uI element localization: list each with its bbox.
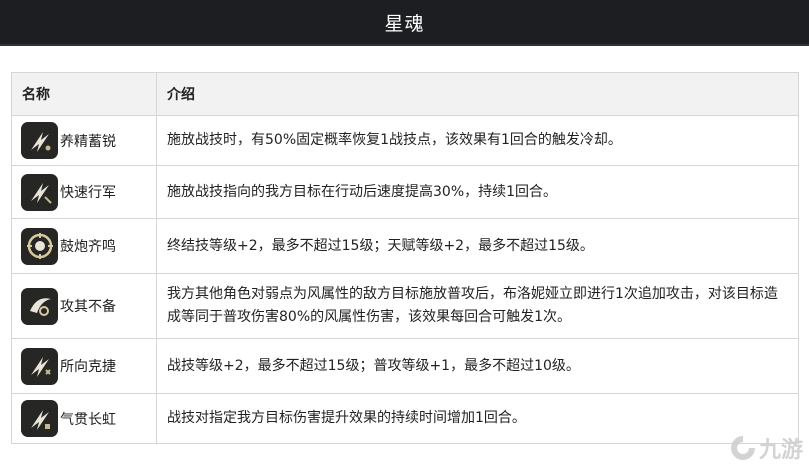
eidolon-name: 气贯长虹: [60, 411, 116, 428]
table-row: 攻其不备 我方其他角色对弱点为风属性的敌方目标施放普攻后，布洛妮娅立即进行1次追…: [11, 273, 799, 339]
page-title: 星魂: [384, 12, 425, 35]
eidolon-name: 鼓炮齐鸣: [60, 239, 116, 255]
name-cell: 气贯长虹: [11, 393, 157, 444]
table-header-row: 名称 介绍: [11, 72, 799, 116]
table-row: 养精蓄锐 施放战技时，有50%固定概率恢复1战技点，该效果有1回合的触发冷却。: [11, 115, 799, 166]
page-header: 星魂: [0, 0, 809, 46]
eidolon-slash-icon: [21, 122, 58, 159]
table-row: 气贯长虹 战技对指定我方目标伤害提升效果的持续时间增加1回合。: [11, 393, 799, 444]
name-cell: 快速行军: [11, 165, 157, 219]
eidolon-description: 战技等级+2，最多不超过15级；普攻等级+1，最多不超过10级。: [156, 338, 799, 394]
name-cell: 鼓炮齐鸣: [11, 218, 157, 274]
eidolon-name: 快速行军: [60, 185, 116, 201]
eidolon-slash-icon: [21, 347, 58, 385]
watermark: 九游: [729, 432, 803, 464]
eidolon-description: 我方其他角色对弱点为风属性的敌方目标施放普攻后，布洛妮娅立即进行1次追加攻击，对…: [156, 273, 799, 339]
table-row: 所向克捷 战技等级+2，最多不超过15级；普攻等级+1，最多不超过10级。: [11, 338, 799, 394]
name-cell: 所向克捷: [11, 338, 157, 394]
eidolon-slash-icon: [21, 400, 58, 437]
eidolon-description: 施放战技指向的我方目标在行动后速度提高30%，持续1回合。: [156, 165, 799, 219]
table-row: 鼓炮齐鸣 终结技等级+2，最多不超过15级；天赋等级+2，最多不超过15级。: [11, 218, 799, 274]
jiuyou-logo-icon: [730, 436, 755, 460]
eidolon-table: 名称 介绍 养精蓄锐 施放战技时，有50%固定概率恢复1战技点，该效果有1回合的…: [11, 72, 799, 444]
table-row: 快速行军 施放战技指向的我方目标在行动后速度提高30%，持续1回合。: [11, 165, 799, 219]
eidolon-name: 所向克捷: [60, 359, 116, 375]
name-cell: 养精蓄锐: [11, 115, 157, 166]
column-header-description: 介绍: [156, 72, 799, 116]
watermark-text: 九游: [758, 438, 803, 463]
eidolon-slash-icon: [21, 173, 58, 211]
eidolon-name: 养精蓄锐: [60, 133, 116, 150]
eidolon-name: 攻其不备: [60, 299, 116, 315]
column-header-name: 名称: [11, 72, 157, 116]
eidolon-description: 战技对指定我方目标伤害提升效果的持续时间增加1回合。: [156, 393, 799, 444]
eidolon-description: 施放战技时，有50%固定概率恢复1战技点，该效果有1回合的触发冷却。: [156, 115, 799, 166]
name-cell: 攻其不备: [11, 273, 157, 339]
eidolon-description: 终结技等级+2，最多不超过15级；天赋等级+2，最多不超过15级。: [156, 218, 799, 274]
eidolon-drum-icon: [21, 227, 58, 265]
eidolon-strike-icon: [21, 287, 58, 325]
